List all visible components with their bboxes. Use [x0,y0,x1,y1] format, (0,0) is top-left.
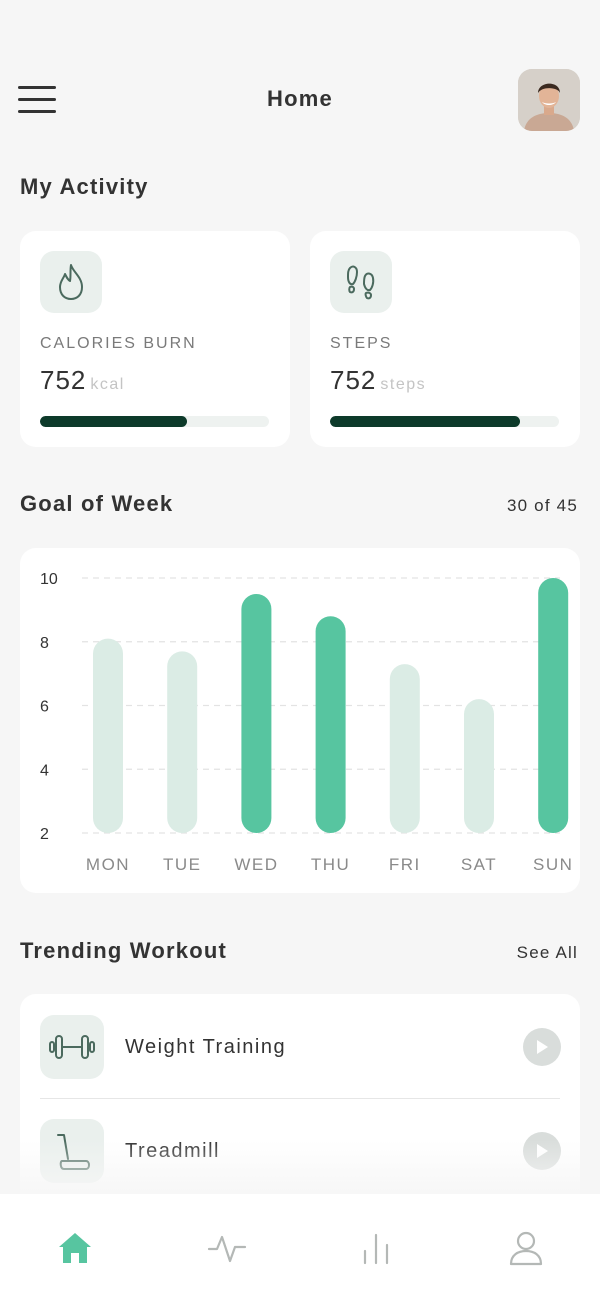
avatar[interactable] [518,69,580,131]
play-button[interactable] [523,1132,561,1170]
dumbbell-icon [40,1015,104,1079]
y-tick-label: 10 [40,571,58,588]
steps-card[interactable]: STEPS 752 steps [310,231,580,447]
play-button[interactable] [523,1028,561,1066]
workout-item-treadmill[interactable]: Treadmill [20,1099,580,1203]
my-activity-title: My Activity [20,174,149,199]
steps-label: STEPS [330,335,393,352]
calories-label: CALORIES BURN [40,335,197,352]
x-tick-label: SAT [461,855,497,874]
see-all-link[interactable]: See All [517,943,578,963]
calories-unit: kcal [90,376,125,393]
workout-label: Weight Training [125,1036,287,1058]
tab-stats[interactable] [354,1226,398,1270]
calories-progress-fill [40,416,187,427]
bar-chart-icon [363,1233,389,1265]
calories-card[interactable]: CALORIES BURN 752 kcal [20,231,290,447]
tab-home[interactable] [53,1226,97,1270]
bar-tue [167,651,198,833]
steps-unit: steps [380,376,427,393]
trending-list: Weight Training Treadmill [20,994,580,1224]
steps-progress-fill [330,416,521,427]
activity-icon [207,1235,247,1263]
y-tick-label: 6 [40,699,49,716]
bar-thu [315,616,346,833]
play-icon [537,1144,548,1158]
home-icon [59,1233,91,1263]
workout-label: Treadmill [125,1140,220,1162]
y-tick-label: 8 [40,635,49,652]
y-tick-label: 2 [40,826,49,843]
user-icon [509,1231,543,1266]
calories-value: 752 [40,365,87,395]
y-tick-label: 4 [40,762,49,779]
x-tick-label: MON [86,855,130,874]
bar-mon [93,638,123,833]
workout-item-weight-training[interactable]: Weight Training [20,994,580,1098]
goal-bar-chart: 10 8 6 4 2 MON TUE WED THU FRI SAT SUN [40,571,573,874]
trending-title: Trending Workout [20,938,228,963]
goal-progress-text: 30 of 45 [506,496,578,515]
bar-fri [389,664,420,833]
x-tick-label: FRI [389,855,421,874]
bar-sun [538,578,569,833]
goal-title: Goal of Week [20,491,174,516]
x-tick-label: WED [234,855,278,874]
steps-value: 752 [330,365,377,395]
page-title: Home [267,86,333,111]
bar-sat [464,699,494,833]
calories-progress-track [40,416,269,427]
flame-icon [40,251,102,313]
play-icon [537,1040,548,1054]
tab-profile[interactable] [504,1226,548,1270]
steps-progress-track [330,416,559,427]
treadmill-icon [40,1119,104,1183]
x-tick-label: THU [311,855,350,874]
tab-activity[interactable] [205,1226,249,1270]
x-tick-label: SUN [533,855,573,874]
bar-wed [241,593,272,833]
footprints-icon [330,251,392,313]
x-tick-label: TUE [163,855,202,874]
